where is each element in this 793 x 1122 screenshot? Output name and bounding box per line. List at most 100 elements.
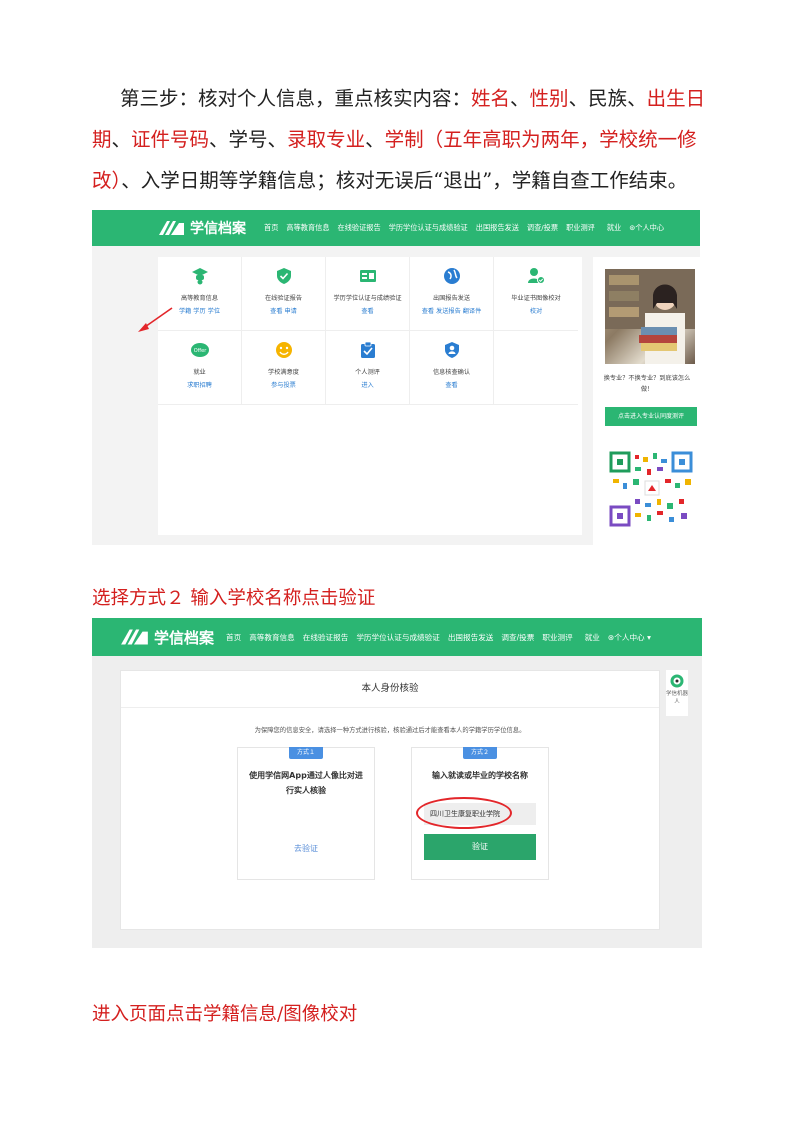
go-verify-link[interactable]: 去验证 [238, 843, 374, 854]
cell-links[interactable]: 参与投票 [242, 380, 325, 389]
cell-links[interactable]: 查看 发送报告 翻译件 [410, 306, 493, 315]
cell-links[interactable]: 求职招聘 [158, 380, 241, 389]
nav-item-personal-center[interactable]: ⊛ 个人中心 [629, 223, 664, 233]
nav-item-overseas-report[interactable]: 出国报告发送 [448, 632, 494, 643]
cell-title: 信息核查确认 [432, 369, 471, 376]
highlight-name: 姓名 [471, 87, 511, 110]
text-segment: 、学号、 [209, 128, 288, 151]
chat-robot-widget[interactable]: 学信机器人 [666, 670, 688, 716]
top-nav-bar: 学信档案 首页 高等教育信息 在线验证报告 学历学位认证与成绩验证 出国报告发送… [92, 210, 700, 246]
instruction-paragraph: 第三步：核对个人信息，重点核实内容：姓名、性别、民族、出生日期、证件号码、学号、… [92, 78, 707, 201]
logo-book-icon [121, 629, 148, 645]
cell-links[interactable]: 进入 [326, 380, 409, 389]
graduate-icon [192, 268, 208, 285]
cell-links[interactable]: 校对 [494, 306, 578, 315]
verify-button[interactable]: 验证 [424, 834, 536, 860]
smile-icon [276, 342, 292, 358]
nav-item-online-report[interactable]: 在线验证报告 [338, 223, 381, 233]
promo-button[interactable]: 点击进入专业认同度测评 [605, 407, 697, 426]
text-segment: 第三步：核对个人信息，重点核实内容： [120, 87, 472, 110]
robot-label: 学信机器人 [666, 691, 689, 705]
promo-photo [605, 269, 695, 364]
nav-item-home[interactable]: 首页 [226, 632, 241, 643]
cell-links[interactable]: 查看 申请 [242, 306, 325, 315]
cell-personal-assessment[interactable]: 个人测评 进入 [326, 331, 410, 405]
logo-text: 学信档案 [190, 221, 246, 237]
nav-item-employment[interactable]: 就业 [607, 223, 621, 233]
nav-item-overseas-report[interactable]: 出国报告发送 [476, 223, 519, 233]
cell-certification[interactable]: 学历学位认证与成绩验证 查看 [326, 257, 410, 331]
robot-icon [670, 674, 684, 688]
cell-links[interactable]: 查看 [326, 306, 409, 315]
cell-title: 毕业证书图像校对 [511, 295, 561, 302]
globe-icon [444, 268, 460, 284]
cell-online-report[interactable]: 在线验证报告 查看 申请 [242, 257, 326, 331]
security-notice: 为保障您的信息安全，请选择一种方式进行核验，核验通过后才能查看本人的学籍学历学位… [254, 727, 526, 734]
text-segment: 、民族、 [568, 87, 647, 110]
section-heading-method2: 选择方式２ 输入学校名称点击验证 [92, 588, 376, 609]
nav-item-survey[interactable]: 调查/投票 [527, 223, 558, 233]
nav-item-higher-education[interactable]: 高等教育信息 [286, 223, 329, 233]
cell-employment[interactable]: Offer 就业 求职招聘 [158, 331, 242, 405]
svg-text:Offer: Offer [194, 348, 207, 354]
nav-item-assessment[interactable]: 职业测评 [566, 223, 595, 233]
cell-title: 高等教育信息 [180, 295, 219, 302]
red-highlight-circle [416, 797, 512, 829]
site-logo[interactable]: 学信档案 [158, 210, 246, 246]
user-shield-icon [445, 342, 459, 358]
cell-diploma-image-check[interactable]: 毕业证书图像校对 校对 [494, 257, 578, 331]
method1-card: 方式１ 使用学信网App通过人像比对进行实人核验 去验证 [237, 747, 375, 880]
qr-code-icon [607, 449, 697, 531]
nav-item-online-report[interactable]: 在线验证报告 [303, 632, 349, 643]
cell-school-satisfaction[interactable]: 学校满意度 参与投票 [242, 331, 326, 405]
nav-item-higher-education[interactable]: 高等教育信息 [249, 632, 295, 643]
panel-title: 本人身份核验 [121, 671, 659, 708]
nav-item-home[interactable]: 首页 [264, 223, 278, 233]
nav-item-survey[interactable]: 调查/投票 [501, 632, 534, 643]
service-grid: 高等教育信息 学籍 学历 学位 在线验证报告 查看 申请 学历学位认证与成绩验证… [158, 257, 582, 535]
site-logo[interactable]: 学信档案 [120, 618, 214, 656]
cell-title: 学历学位认证与成绩验证 [333, 295, 402, 302]
section-heading-enter-page: 进入页面点击学籍信息/图像校对 [92, 1004, 358, 1025]
nav-label: 个人中心 ▾ [614, 632, 651, 642]
method2-tag: 方式２ [463, 747, 497, 759]
shield-check-icon [277, 268, 291, 284]
nav-item-personal-center[interactable]: ⊛ 个人中心 ▾ [608, 632, 651, 643]
method1-title: 使用学信网App通过人像比对进行实人核验 [249, 771, 363, 795]
student-illustration [605, 269, 695, 364]
verification-panel: 本人身份核验 为保障您的信息安全，请选择一种方式进行核验，核验通过后才能查看本人… [120, 670, 660, 930]
offer-icon: Offer [191, 343, 209, 357]
cell-title: 就业 [193, 369, 206, 376]
cell-title: 在线验证报告 [264, 295, 303, 302]
cell-overseas-report[interactable]: 出国报告发送 查看 发送报告 翻译件 [410, 257, 494, 331]
highlight-id-number: 证件号码 [131, 128, 210, 151]
nav-menu: 首页 高等教育信息 在线验证报告 学历学位认证与成绩验证 出国报告发送 调查/投… [226, 618, 651, 656]
nav-item-employment[interactable]: 就业 [585, 632, 600, 643]
screenshot-identity-verification: 学信档案 首页 高等教育信息 在线验证报告 学历学位认证与成绩验证 出国报告发送… [92, 618, 702, 948]
text-segment: 、 [510, 87, 530, 110]
cell-empty [494, 331, 578, 405]
cell-links[interactable]: 查看 [410, 380, 493, 389]
nav-item-certification[interactable]: 学历学位认证与成绩验证 [389, 223, 468, 233]
text-segment: 、入学日期等学籍信息；核对无误后“退出”，学籍自查工作结束。 [121, 169, 688, 192]
method2-card: 方式２ 输入就读或毕业的学校名称 四川卫生康复职业学院 验证 [411, 747, 549, 880]
nav-label: 个人中心 [635, 223, 665, 232]
method2-title: 输入就读或毕业的学校名称 [432, 771, 528, 780]
red-arrow-icon [138, 307, 173, 332]
nav-menu: 首页 高等教育信息 在线验证报告 学历学位认证与成绩验证 出国报告发送 调查/投… [264, 210, 664, 246]
top-nav-bar: 学信档案 首页 高等教育信息 在线验证报告 学历学位认证与成绩验证 出国报告发送… [92, 618, 702, 656]
cell-title: 出国报告发送 [432, 295, 471, 302]
text-segment: 、 [111, 128, 132, 151]
text-segment: 、 [365, 128, 385, 151]
method1-tag: 方式１ [289, 747, 323, 759]
logo-text: 学信档案 [154, 628, 215, 647]
certificate-icon [360, 270, 376, 282]
nav-item-assessment[interactable]: 职业测评 [542, 632, 572, 643]
promo-text: 换专业？不换专业？到底该怎么做！ [603, 375, 691, 393]
logo-book-icon [159, 221, 184, 235]
clipboard-check-icon [361, 341, 375, 358]
cell-title: 学校满意度 [268, 369, 299, 376]
screenshot-dashboard: 学信档案 首页 高等教育信息 在线验证报告 学历学位认证与成绩验证 出国报告发送… [92, 210, 700, 545]
cell-info-verification[interactable]: 信息核查确认 查看 [410, 331, 494, 405]
nav-item-certification[interactable]: 学历学位认证与成绩验证 [356, 632, 440, 643]
